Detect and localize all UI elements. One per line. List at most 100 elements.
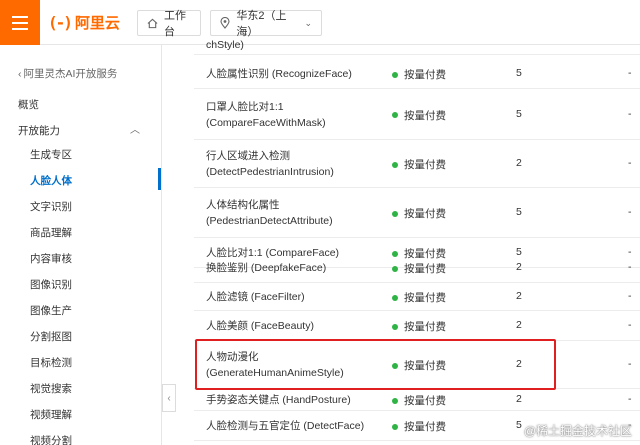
watermark: @稀土掘金技术社区 xyxy=(524,422,632,439)
table-row: 人脸滤镜 (FaceFilter) 按量付费 2 - xyxy=(194,283,640,311)
logo-text: 阿里云 xyxy=(74,15,120,32)
row-api-name: 换脸鉴别 (DeepfakeFace) xyxy=(206,262,327,274)
sidebar-item[interactable]: 生成专区 xyxy=(30,145,160,165)
billing-label: 按量付费 xyxy=(404,421,446,433)
row-extra: - xyxy=(628,319,632,331)
row-extra: - xyxy=(628,67,632,79)
sidebar-item[interactable]: 图像生产 xyxy=(30,301,160,321)
menu-icon[interactable] xyxy=(0,0,40,45)
table-row: 人脸美颜 (FaceBeauty) 按量付费 2 - xyxy=(194,311,640,341)
billing-label: 按量付费 xyxy=(404,292,446,304)
sidebar-item[interactable]: 视频理解 xyxy=(30,405,160,425)
chevron-down-icon: ⌄ xyxy=(304,17,312,28)
billing-label: 按量付费 xyxy=(404,159,446,171)
row-billing: 按量付费 xyxy=(392,108,446,123)
sidebar-item[interactable]: 文字识别 xyxy=(30,197,160,217)
row-billing: 按量付费 xyxy=(392,319,446,334)
billing-label: 按量付费 xyxy=(404,69,446,81)
row-qps: 5 xyxy=(516,206,522,218)
status-dot-icon xyxy=(392,112,398,118)
sidebar-back-link[interactable]: ‹ 阿里灵杰AI开放服务 xyxy=(18,66,117,81)
aliyun-logo[interactable]: (-) 阿里云 xyxy=(48,12,120,33)
sidebar-item[interactable]: 内容审核 xyxy=(30,249,160,269)
row-extra: - xyxy=(628,157,632,169)
sidebar-item[interactable]: 商品理解 xyxy=(30,223,160,243)
sidebar-item[interactable]: 视频分割 xyxy=(30,431,160,445)
row-billing: 按量付费 xyxy=(392,67,446,82)
chevron-left-icon: ‹ xyxy=(18,67,22,80)
sidebar-item[interactable]: 目标检测 xyxy=(30,353,160,373)
billing-label: 按量付费 xyxy=(404,263,446,275)
row-qps: 2 xyxy=(516,290,522,302)
watermark-text: @稀土掘金技术社区 xyxy=(523,424,632,438)
row-qps: 2 xyxy=(516,261,522,273)
sidebar-collapse-button[interactable]: ‹ xyxy=(162,384,176,412)
row-extra: - xyxy=(628,290,632,302)
sidebar-group-open-capability[interactable]: 开放能力 ︿ xyxy=(18,121,158,141)
row-extra: - xyxy=(628,393,632,405)
table-row: 手势姿态关键点 (HandPosture) 按量付费 2 - xyxy=(194,389,640,411)
row-qps: 2 xyxy=(516,393,522,405)
row-billing: 按量付费 xyxy=(392,393,446,408)
row-qps: 5 xyxy=(516,107,522,120)
region-selector[interactable]: 华东2（上海） ⌄ xyxy=(210,10,322,38)
status-dot-icon xyxy=(392,265,398,272)
sidebar: ‹ 阿里灵杰AI开放服务 概览 开放能力 ︿ 生成专区人脸人体文字识别商品理解内… xyxy=(0,45,162,445)
table-row: 行人区域进入检测 (DetectPedestrianIntrusion) 按量付费… xyxy=(194,140,640,188)
row-api-name: 人脸滤镜 (FaceFilter) xyxy=(206,291,305,303)
status-dot-icon xyxy=(392,397,398,404)
status-dot-icon xyxy=(392,294,398,301)
workbench-label: 工作台 xyxy=(164,10,186,38)
sidebar-item-overview[interactable]: 概览 xyxy=(18,95,158,115)
table-row: chStyle) xyxy=(194,39,640,55)
row-billing: 按量付费 xyxy=(392,290,446,305)
row-api-name: 手势姿态关键点 (HandPosture) xyxy=(206,394,351,406)
row-api-name: 人体结构化属性 (PedestrianDetectAttribute) xyxy=(206,199,333,227)
row-extra: - xyxy=(628,261,632,273)
sidebar-item[interactable]: 分割抠图 xyxy=(30,327,160,347)
home-icon xyxy=(147,17,158,29)
status-dot-icon xyxy=(392,323,398,330)
highlight-box xyxy=(195,339,556,390)
table-row: 换脸鉴别 (DeepfakeFace) 按量付费 2 - xyxy=(194,253,640,283)
row-qps: 5 xyxy=(516,67,522,79)
location-pin-icon xyxy=(220,17,230,29)
table-row: 口罩人脸比对1:1 (CompareFaceWithMask) 按量付费 5 - xyxy=(194,89,640,140)
sidebar-group-label: 开放能力 xyxy=(18,125,60,137)
region-label: 华东2（上海） xyxy=(236,10,287,38)
billing-label: 按量付费 xyxy=(404,395,446,407)
chevron-up-icon: ︿ xyxy=(130,125,140,136)
row-api-name: 人脸属性识别 (RecognizeFace) xyxy=(206,68,352,80)
row-api-name: 人脸美颜 (FaceBeauty) xyxy=(206,320,314,332)
workbench-button[interactable]: 工作台 xyxy=(137,10,201,38)
row-api-name: 口罩人脸比对1:1 (CompareFaceWithMask) xyxy=(206,100,326,129)
table-row: 人脸属性识别 (RecognizeFace) 按量付费 5 - xyxy=(194,59,640,89)
row-qps: 2 xyxy=(516,157,522,169)
sidebar-back-label: 阿里灵杰AI开放服务 xyxy=(23,68,118,80)
row-api-name: 行人区域进入检测 (DetectPedestrianIntrusion) xyxy=(206,150,334,178)
row-extra: - xyxy=(628,206,632,218)
row-name-partial: chStyle) xyxy=(206,39,244,51)
billing-label: 按量付费 xyxy=(404,208,446,220)
sidebar-item[interactable]: 视觉搜索 xyxy=(30,379,160,399)
row-qps: 2 xyxy=(516,319,522,331)
row-billing: 按量付费 xyxy=(392,261,446,276)
status-dot-icon xyxy=(392,210,398,217)
billing-label: 按量付费 xyxy=(404,321,446,333)
sidebar-item[interactable]: 图像识别 xyxy=(30,275,160,295)
row-billing: 按量付费 xyxy=(392,206,446,221)
sidebar-item[interactable]: 人脸人体 xyxy=(30,171,160,191)
status-dot-icon xyxy=(392,161,398,168)
active-indicator xyxy=(158,168,161,190)
row-extra: - xyxy=(628,358,632,370)
row-billing: 按量付费 xyxy=(392,419,446,434)
billing-label: 按量付费 xyxy=(404,109,446,122)
status-dot-icon xyxy=(392,423,398,430)
logo-mark: (-) xyxy=(48,13,73,32)
table-row: 人体结构化属性 (PedestrianDetectAttribute) 按量付费 5… xyxy=(194,188,640,238)
row-api-name: 人脸检测与五官定位 (DetectFace) xyxy=(206,420,365,432)
status-dot-icon xyxy=(392,71,398,78)
row-qps: 5 xyxy=(516,419,522,431)
row-billing: 按量付费 xyxy=(392,157,446,172)
row-extra: - xyxy=(628,107,632,120)
